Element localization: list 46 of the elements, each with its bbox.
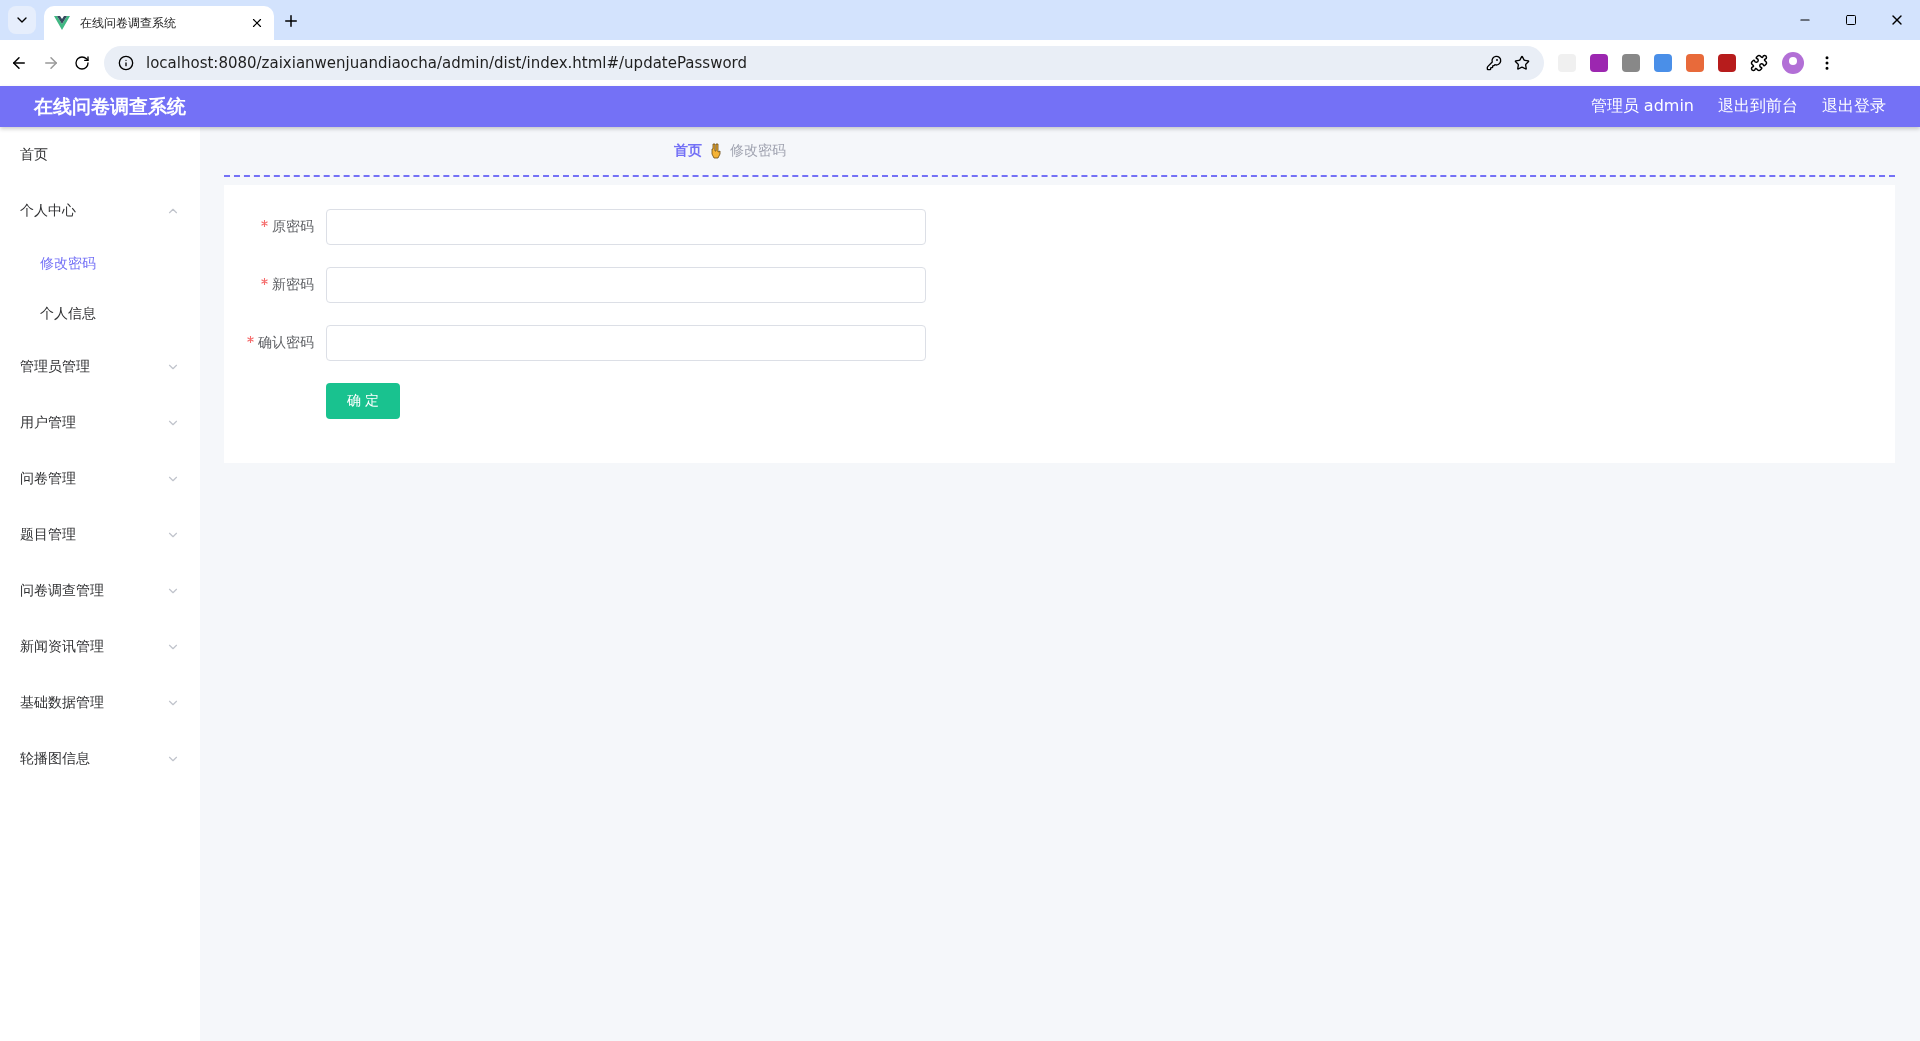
password-field[interactable]	[326, 325, 926, 361]
menu-item[interactable]: 用户管理	[0, 395, 200, 451]
key-icon[interactable]	[1486, 55, 1502, 71]
submenu-item[interactable]: 修改密码	[0, 239, 200, 289]
menu-item[interactable]: 管理员管理	[0, 339, 200, 395]
bookmark-star-icon[interactable]	[1514, 55, 1530, 71]
menu-item[interactable]: 问卷管理	[0, 451, 200, 507]
extension-icon[interactable]	[1590, 54, 1608, 72]
extensions-icon[interactable]	[1750, 54, 1768, 72]
menu-item[interactable]: 个人中心	[0, 183, 200, 239]
address-bar[interactable]: localhost:8080/zaixianwenjuandiaocha/admin/dist/index.html#/updatePassword	[104, 46, 1544, 80]
field-label-text: 新密码	[272, 276, 314, 292]
field-label-text: 确认密码	[258, 334, 314, 350]
extension-icon[interactable]	[1622, 54, 1640, 72]
header-link[interactable]: 退出到前台	[1718, 96, 1798, 117]
password-field[interactable]	[326, 209, 926, 245]
info-icon[interactable]	[118, 55, 134, 71]
reload-icon[interactable]	[74, 55, 90, 71]
password-field[interactable]	[326, 267, 926, 303]
menu-item[interactable]: 题目管理	[0, 507, 200, 563]
app-title: 在线问卷调查系统	[34, 93, 186, 119]
new-tab-icon[interactable]	[282, 12, 300, 30]
url-text: localhost:8080/zaixianwenjuandiaocha/admin/dist/index.html#/updatePassword	[146, 54, 749, 72]
v-logo-icon	[54, 16, 70, 30]
extension-icon[interactable]	[1686, 54, 1704, 72]
menu-item[interactable]: 轮播图信息	[0, 731, 200, 787]
forward-icon[interactable]	[42, 54, 60, 72]
field-label-text: 原密码	[272, 218, 314, 234]
browser-tab[interactable]: 在线问卷调查系统	[44, 6, 274, 40]
tab-title: 在线问卷调查系统	[80, 14, 177, 32]
tab-list-button[interactable]	[8, 6, 36, 34]
menu-item[interactable]: 新闻资讯管理	[0, 619, 200, 675]
close-tab-icon[interactable]	[250, 16, 264, 30]
header-link[interactable]: 退出登录	[1822, 96, 1886, 117]
breadcrumb-link[interactable]: 首页	[674, 142, 702, 160]
extension-icon[interactable]	[1718, 54, 1736, 72]
profile-avatar-icon[interactable]	[1782, 52, 1804, 74]
back-icon[interactable]	[10, 54, 28, 72]
submenu-item[interactable]: 个人信息	[0, 289, 200, 339]
restore-icon	[1845, 14, 1857, 26]
extension-icon[interactable]	[1654, 54, 1672, 72]
menu-item[interactable]: 问卷调查管理	[0, 563, 200, 619]
menu-item[interactable]: 首页	[0, 127, 200, 183]
hand-icon	[710, 143, 722, 159]
menu-item[interactable]: 基础数据管理	[0, 675, 200, 731]
user-label: 管理员 admin	[1590, 96, 1694, 117]
